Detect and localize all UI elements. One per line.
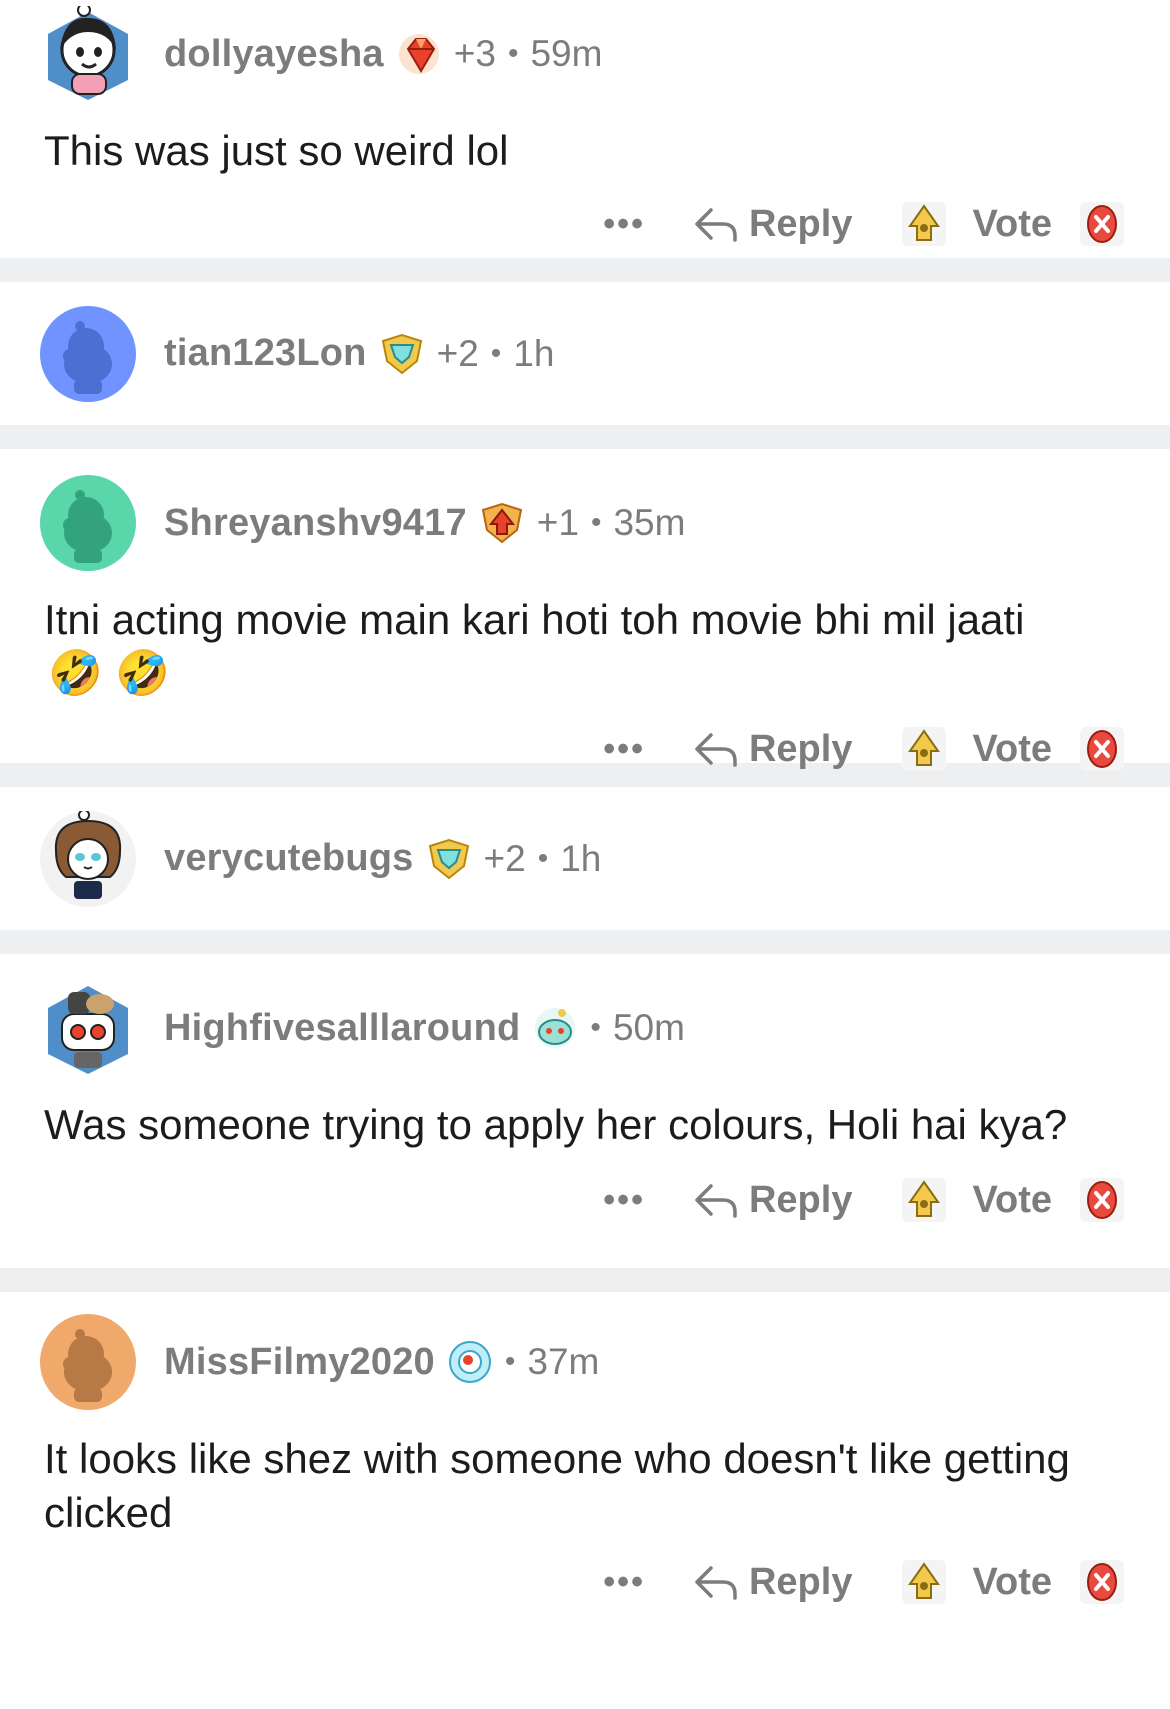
reply-label: Reply [748, 1560, 853, 1603]
upvote-icon[interactable] [900, 1176, 948, 1224]
reply-arrow-icon [695, 1184, 737, 1218]
reply-arrow-icon [695, 208, 737, 242]
reply-label: Reply [748, 727, 853, 770]
comment-header: verycutebugs +2 • 1h [40, 787, 1126, 930]
username[interactable]: dollyayesha [164, 33, 384, 76]
comment-actions: ••• Reply Vote [40, 178, 1126, 270]
vote-label: Vote [972, 727, 1052, 770]
comment-feed: dollyayesha +3 • 59m This was just so we… [0, 0, 1170, 1709]
award-count: +2 [483, 837, 526, 879]
separator-dot: • [490, 336, 502, 370]
avatar[interactable] [40, 810, 136, 907]
comment-age: 37m [527, 1341, 600, 1382]
downvote-icon[interactable] [1078, 725, 1126, 773]
avatar[interactable] [40, 305, 136, 402]
vote-label: Vote [972, 1560, 1052, 1603]
downvote-icon[interactable] [1078, 1558, 1126, 1606]
award-count: +2 [436, 332, 479, 374]
more-options-button[interactable]: ••• [603, 1563, 645, 1602]
reply-button[interactable]: Reply [693, 728, 852, 771]
reply-arrow-icon [695, 1566, 737, 1600]
vote-label: Vote [972, 202, 1052, 245]
reply-label: Reply [748, 202, 853, 245]
avatar[interactable] [40, 475, 136, 571]
separator-dot: • [504, 1345, 516, 1378]
comment-age: 1h [513, 332, 555, 374]
username[interactable]: Highfivesalllaround [164, 1007, 520, 1050]
comment-age: 35m [613, 502, 686, 543]
comment-actions: ••• Reply Vote [40, 1540, 1126, 1624]
reply-label: Reply [748, 1178, 853, 1221]
username[interactable]: Shreyanshv9417 [164, 502, 467, 545]
eye-orb-icon [447, 1339, 493, 1385]
username[interactable]: MissFilmy2020 [164, 1341, 435, 1384]
avatar[interactable] [40, 6, 136, 102]
username[interactable]: tian123Lon [164, 332, 367, 375]
upvote-icon[interactable] [900, 200, 948, 248]
comment-text: This was just so weird lol [44, 127, 509, 174]
comment-actions: ••• Reply Vote [40, 701, 1126, 797]
comment-age: 59m [530, 33, 603, 74]
award-count: +3 [453, 33, 496, 74]
diamond-shield-icon [379, 331, 425, 377]
reply-button[interactable]: Reply [693, 1179, 852, 1222]
username[interactable]: verycutebugs [164, 837, 414, 880]
downvote-icon[interactable] [1078, 1176, 1126, 1224]
separator-dot: • [507, 37, 519, 70]
comment-text-line: Itni acting movie main kari hoti toh mov… [44, 596, 1025, 643]
more-options-button[interactable]: ••• [603, 1181, 645, 1220]
comment: Shreyanshv9417 +1 • 35m Itni acting movi… [0, 449, 1170, 771]
reply-button[interactable]: Reply [693, 1561, 852, 1604]
comment-header: dollyayesha +3 • 59m [40, 0, 1126, 104]
comment-divider [0, 425, 1170, 449]
avatar[interactable] [40, 980, 136, 1076]
more-options-button[interactable]: ••• [603, 730, 645, 769]
comment-header: Highfivesalllaround • 50m [40, 954, 1126, 1078]
avatar[interactable] [40, 1314, 136, 1410]
comment: verycutebugs +2 • 1h [0, 787, 1170, 930]
rofl-emoji-icon: 🤣 🤣 [48, 649, 170, 698]
more-options-button[interactable]: ••• [603, 205, 645, 244]
comment: dollyayesha +3 • 59m This was just so we… [0, 0, 1170, 258]
downvote-icon[interactable] [1078, 200, 1126, 248]
comment-divider [0, 1268, 1170, 1292]
arrow-shield-icon [479, 500, 525, 546]
comment-text: Itni acting movie main kari hoti toh mov… [44, 593, 1126, 701]
comment: Highfivesalllaround • 50m Was someone tr… [0, 954, 1170, 1268]
snoo-face-icon [532, 1005, 578, 1051]
comment-divider [0, 930, 1170, 954]
comment-header: MissFilmy2020 • 37m [40, 1292, 1126, 1412]
comment-header: tian123Lon +2 • 1h [40, 282, 1126, 425]
comment-text: Was someone trying to apply her colours,… [44, 1101, 1068, 1148]
separator-dot: • [590, 1011, 601, 1044]
ruby-gem-icon [396, 31, 442, 77]
comment-age: 1h [560, 837, 602, 879]
reply-arrow-icon [695, 733, 737, 767]
diamond-shield-icon [426, 836, 472, 882]
comment: MissFilmy2020 • 37m It looks like shez w… [0, 1292, 1170, 1622]
award-count: +1 [536, 502, 579, 543]
comment-header: Shreyanshv9417 +1 • 35m [40, 449, 1126, 573]
upvote-icon[interactable] [900, 725, 948, 773]
vote-label: Vote [972, 1178, 1052, 1221]
comment-actions: ••• Reply Vote [40, 1152, 1126, 1248]
comment-age: 50m [612, 1007, 685, 1048]
comment: tian123Lon +2 • 1h [0, 282, 1170, 425]
comment-text: It looks like shez with someone who does… [44, 1435, 1070, 1536]
upvote-icon[interactable] [900, 1558, 948, 1606]
separator-dot: • [537, 841, 549, 875]
reply-button[interactable]: Reply [693, 203, 852, 246]
separator-dot: • [590, 506, 602, 539]
